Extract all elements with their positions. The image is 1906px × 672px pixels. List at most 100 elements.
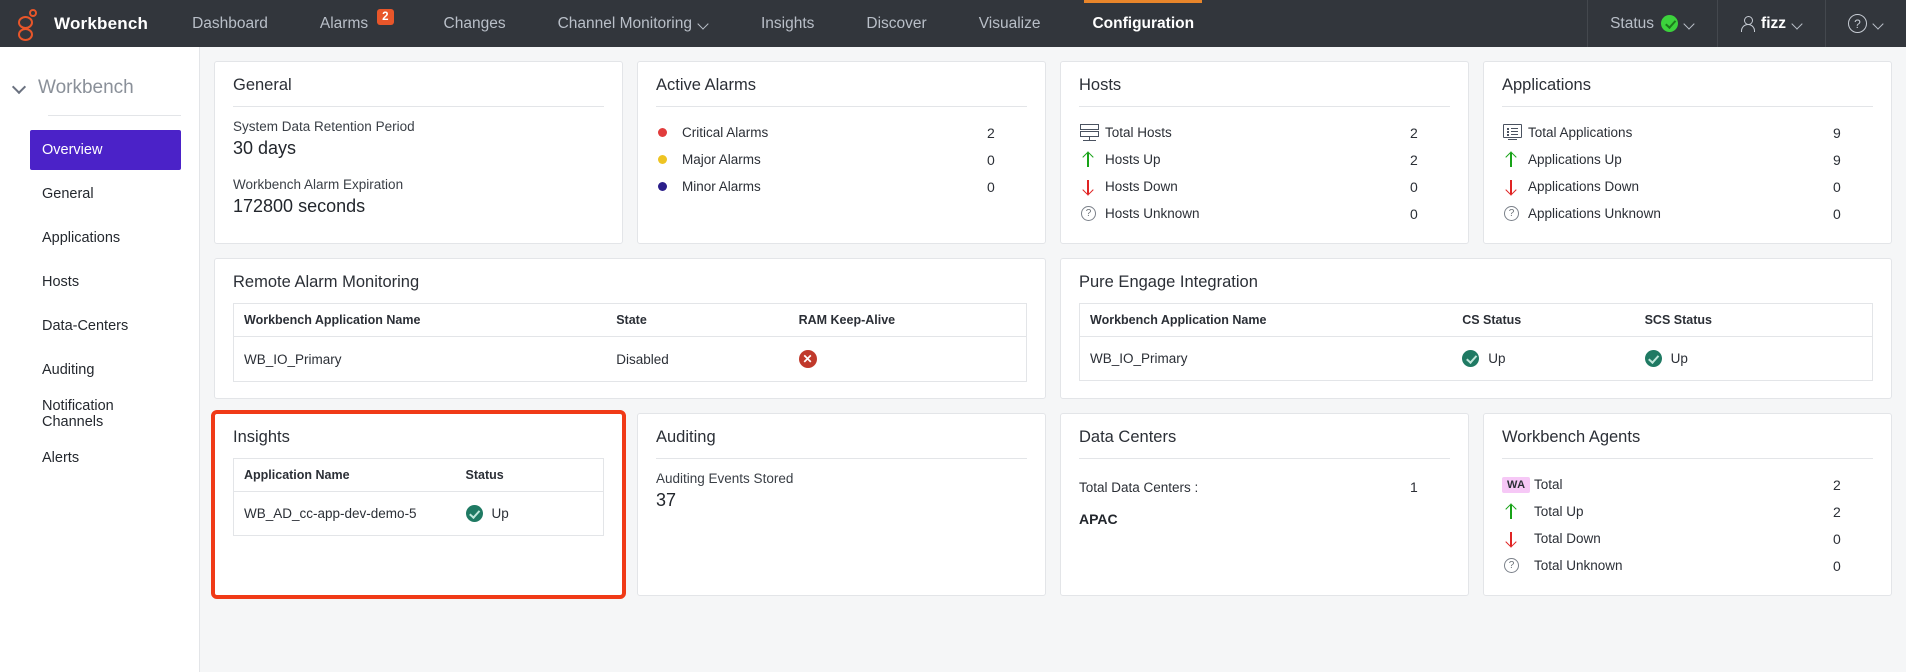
hosts-card-title: Hosts	[1079, 76, 1450, 107]
major-dot-icon	[656, 155, 682, 164]
page-shell: Workbench Overview General Applications …	[0, 47, 1906, 672]
remote-alarm-monitoring-card: Remote Alarm Monitoring Workbench Applic…	[214, 258, 1046, 399]
column-header-app-name[interactable]: Workbench Application Name	[233, 303, 607, 337]
stat-row: Major Alarms 0	[656, 146, 1027, 173]
chevron-down-icon	[14, 81, 28, 95]
auditing-card-title: Auditing	[656, 428, 1027, 459]
applications-card: Applications Total Applications 9 Applic…	[1483, 61, 1892, 244]
nav-item-channel-monitoring[interactable]: Channel Monitoring	[532, 0, 735, 47]
top-navigation-bar: Workbench Dashboard Alarms 2 Changes Cha…	[0, 0, 1906, 47]
stat-label: Hosts Unknown	[1105, 206, 1200, 221]
nav-item-insights[interactable]: Insights	[735, 0, 840, 47]
chevron-down-icon	[1874, 19, 1884, 29]
cell-scs-status: Up	[1634, 336, 1873, 381]
stat-label: Total Down	[1534, 531, 1601, 546]
column-header-ram-keep-alive[interactable]: RAM Keep-Alive	[788, 303, 1027, 337]
auditing-events-label: Auditing Events Stored	[656, 471, 794, 486]
workbench-logo-icon	[18, 8, 42, 41]
stat-value: 9	[1833, 151, 1841, 168]
stat-row: Total Down 0	[1502, 525, 1873, 552]
nav-item-changes[interactable]: Changes	[418, 0, 532, 47]
column-header-state[interactable]: State	[606, 303, 789, 337]
status-text: Up	[491, 506, 509, 521]
stat-value: 2	[1833, 476, 1841, 493]
sidebar-item-applications[interactable]: Applications	[30, 218, 181, 258]
retention-value: 30 days	[233, 138, 297, 158]
alarm-expiration-value: 172800 seconds	[233, 196, 366, 216]
stat-value: 0	[987, 178, 995, 195]
sidebar-item-label: Data-Centers	[42, 318, 129, 334]
sidebar: Workbench Overview General Applications …	[0, 47, 200, 672]
nav-label: Visualize	[978, 14, 1041, 32]
user-menu[interactable]: fizz	[1717, 0, 1825, 47]
sidebar-item-label: Notification Channels	[42, 398, 114, 430]
sidebar-item-data-centers[interactable]: Data-Centers	[30, 306, 181, 346]
nav-item-alarms[interactable]: Alarms 2	[294, 0, 418, 47]
cell-application-name: WB_AD_cc-app-dev-demo-5	[233, 491, 456, 536]
arrow-down-icon	[1079, 179, 1105, 195]
bottom-cards-row: Insights Application Name Status WB_AD_c…	[211, 410, 1892, 599]
column-header-application-name[interactable]: Application Name	[233, 458, 456, 492]
stat-label: Total Up	[1534, 504, 1584, 519]
nav-item-dashboard[interactable]: Dashboard	[166, 0, 294, 47]
stat-label: Applications Unknown	[1528, 206, 1661, 221]
nav-item-discover[interactable]: Discover	[840, 0, 952, 47]
table-row[interactable]: WB_IO_Primary Disabled ✕	[233, 336, 1027, 382]
stat-row: WA Total 2	[1502, 471, 1873, 498]
sidebar-title: Workbench	[38, 77, 134, 98]
sidebar-item-alerts[interactable]: Alerts	[30, 438, 181, 478]
sidebar-item-label: Hosts	[42, 274, 80, 290]
table-row[interactable]: WB_IO_Primary Up Up	[1079, 336, 1873, 381]
stat-label: Minor Alarms	[682, 179, 761, 194]
stat-value: 0	[1410, 178, 1418, 195]
table-header-row: Workbench Application Name State RAM Kee…	[233, 303, 1027, 337]
nav-label: Discover	[866, 14, 927, 32]
total-data-centers-value: 1	[1410, 479, 1418, 495]
data-center-name: APAC	[1079, 511, 1118, 527]
stat-row: ? Applications Unknown 0	[1502, 200, 1873, 227]
auditing-card: Auditing Auditing Events Stored 37	[637, 413, 1046, 596]
column-header-cs-status[interactable]: CS Status	[1452, 303, 1635, 337]
brand-logo[interactable]: Workbench	[0, 0, 166, 47]
stat-label: Hosts Down	[1105, 179, 1178, 194]
table-row[interactable]: WB_AD_cc-app-dev-demo-5 Up	[233, 491, 604, 536]
brand-name: Workbench	[54, 13, 149, 33]
stat-label: Total Applications	[1528, 125, 1633, 140]
nav-label: Dashboard	[192, 14, 268, 32]
sidebar-item-general[interactable]: General	[30, 174, 181, 214]
sidebar-item-label: Overview	[42, 142, 103, 158]
sidebar-header[interactable]: Workbench	[0, 67, 199, 109]
column-header-scs-status[interactable]: SCS Status	[1634, 303, 1873, 337]
chevron-down-icon	[1685, 19, 1695, 29]
status-menu[interactable]: Status	[1587, 0, 1717, 47]
nav-item-configuration[interactable]: Configuration	[1066, 0, 1220, 47]
cell-status: Up	[455, 491, 604, 536]
active-alarms-card: Active Alarms Critical Alarms 2 Major Al…	[637, 61, 1046, 244]
sidebar-item-auditing[interactable]: Auditing	[30, 350, 181, 390]
stat-row: ? Total Unknown 0	[1502, 552, 1873, 579]
remote-alarm-monitoring-table: Workbench Application Name State RAM Kee…	[233, 303, 1027, 382]
stat-row: ? Hosts Unknown 0	[1079, 200, 1450, 227]
nav-label: Configuration	[1092, 14, 1195, 32]
insights-table: Application Name Status WB_AD_cc-app-dev…	[233, 458, 604, 536]
hosts-card: Hosts Total Hosts 2 Hosts Up 2 Hosts Dow…	[1060, 61, 1469, 244]
column-header-app-name[interactable]: Workbench Application Name	[1079, 303, 1453, 337]
stat-row: Critical Alarms 2	[656, 119, 1027, 146]
nav-item-visualize[interactable]: Visualize	[953, 0, 1067, 47]
sidebar-item-hosts[interactable]: Hosts	[30, 262, 181, 302]
scs-status-text: Up	[1670, 351, 1688, 366]
minor-dot-icon	[656, 182, 682, 191]
help-menu[interactable]: ?	[1825, 0, 1906, 47]
cell-app-name: WB_IO_Primary	[1079, 336, 1453, 381]
column-header-status[interactable]: Status	[455, 458, 604, 492]
sidebar-item-label: General	[42, 186, 94, 202]
pure-engage-integration-card: Pure Engage Integration Workbench Applic…	[1060, 258, 1892, 399]
stat-row: Hosts Down 0	[1079, 173, 1450, 200]
summary-cards-row: General System Data Retention Period 30 …	[214, 61, 1892, 244]
remote-alarm-monitoring-title: Remote Alarm Monitoring	[233, 273, 420, 291]
stat-label: Critical Alarms	[682, 125, 769, 140]
sidebar-item-overview[interactable]: Overview	[30, 130, 181, 170]
primary-nav-items: Dashboard Alarms 2 Changes Channel Monit…	[166, 0, 1220, 47]
sidebar-item-notification-channels[interactable]: Notification Channels	[30, 394, 181, 434]
retention-label: System Data Retention Period	[233, 119, 415, 134]
